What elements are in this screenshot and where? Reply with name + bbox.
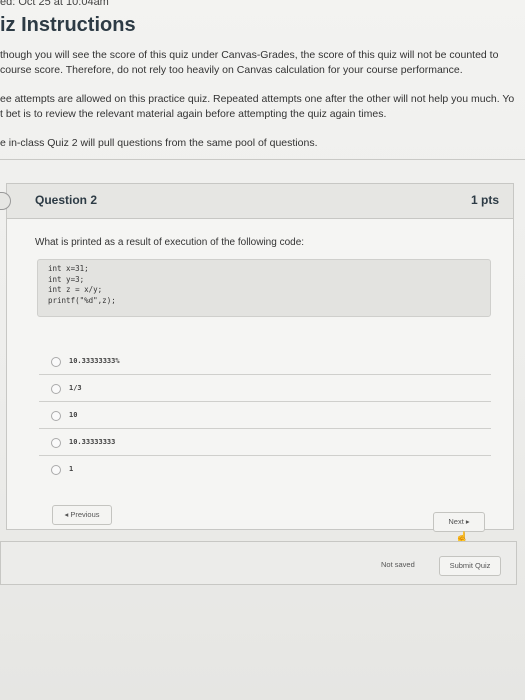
instruction-line: ee attempts are allowed on this practice… [0, 93, 515, 105]
divider [0, 159, 525, 160]
page-title: iz Instructions [0, 14, 136, 36]
quiz-page: ed: Oct 25 at 10:04am iz Instructions th… [0, 0, 525, 700]
answer-label: 1/3 [69, 384, 82, 392]
next-button[interactable]: Next ▸ [433, 512, 485, 532]
question-card: Question 2 1 pts What is printed as a re… [0, 183, 514, 530]
instruction-line: e in-class Quiz 2 will pull questions fr… [0, 137, 318, 149]
answer-label: 1 [69, 465, 74, 473]
answer-label: 10.33333333% [69, 357, 120, 365]
radio-button[interactable] [51, 384, 61, 394]
instruction-line: t bet is to review the relevant material… [0, 108, 387, 120]
submit-quiz-button[interactable]: Submit Quiz [439, 556, 501, 576]
flag-question-icon[interactable] [0, 192, 11, 210]
question-header: Question 2 1 pts [0, 184, 513, 219]
save-status: Not saved [381, 560, 415, 569]
radio-button[interactable] [51, 411, 61, 421]
answer-option[interactable]: 1/3 [39, 380, 491, 402]
question-text: What is printed as a result of execution… [35, 237, 305, 248]
answer-option[interactable]: 1 [39, 461, 491, 483]
previous-button[interactable]: ◂ Previous [52, 505, 112, 525]
answer-option[interactable]: 10.33333333 [39, 434, 491, 456]
code-line: int x=31; [48, 264, 89, 273]
code-line: printf("%d",z); [48, 295, 116, 305]
code-line: int y=3; [48, 274, 85, 284]
radio-button[interactable] [51, 465, 61, 475]
instruction-line: though you will see the score of this qu… [0, 49, 499, 61]
question-title: Question 2 [35, 193, 98, 207]
answer-option[interactable]: 10.33333333% [39, 353, 491, 375]
code-block: int x=31; int y=3; int z = x/y; printf("… [37, 259, 491, 317]
code-line: int z = x/y; [48, 285, 103, 294]
due-date: ed: Oct 25 at 10:04am [0, 0, 109, 8]
radio-button[interactable] [51, 438, 61, 448]
answer-label: 10 [69, 411, 78, 419]
radio-button[interactable] [51, 357, 61, 367]
instruction-line: course score. Therefore, do not rely too… [0, 64, 463, 76]
answer-label: 10.33333333 [69, 438, 116, 446]
question-points: 1 pts [470, 193, 499, 207]
answer-option[interactable]: 10 [39, 407, 491, 429]
